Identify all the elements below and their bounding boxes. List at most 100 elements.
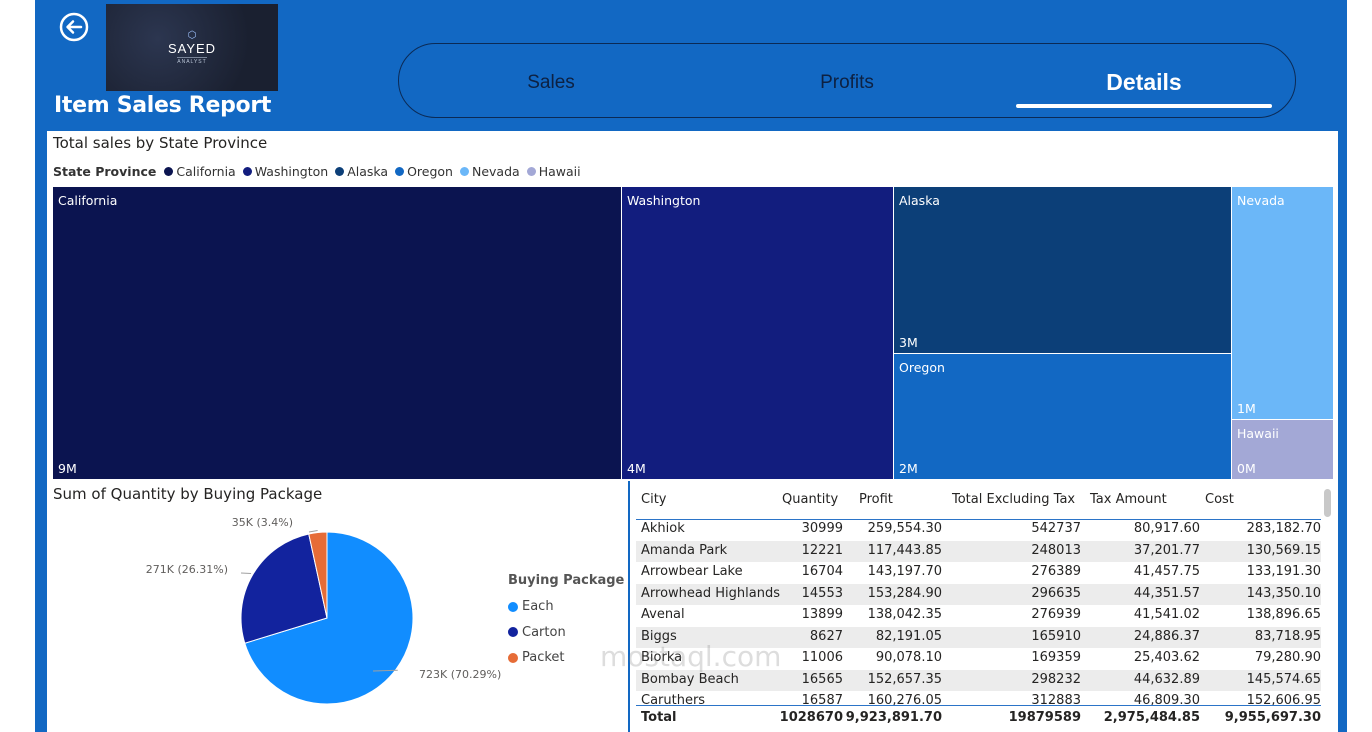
cell-quantity: 30999	[801, 521, 843, 536]
pie-legend-item-each[interactable]: Each	[508, 594, 624, 620]
legend-item-alaska[interactable]: Alaska	[335, 164, 388, 179]
treemap-tile-hawaii[interactable]: Hawaii 0M	[1232, 420, 1333, 479]
cell-city: Arrowbear Lake	[641, 564, 743, 579]
total-tax-amount: 2,975,484.85	[1103, 710, 1200, 725]
treemap-tile-alaska[interactable]: Alaska 3M	[894, 187, 1231, 353]
legend-item-oregon[interactable]: Oregon	[395, 164, 453, 179]
cell-total-excluding-tax: 169359	[1031, 650, 1081, 665]
table-row[interactable]: Akhiok 30999 259,554.30 542737 80,917.60 283,…	[636, 519, 1321, 540]
cell-total-excluding-tax: 296635	[1031, 585, 1081, 601]
pie-data-label-each: 723K (70.29%)	[419, 668, 501, 681]
total-quantity: 1028670	[779, 710, 843, 725]
table-row[interactable]: Avenal 13899 138,042.35 276939 41,541.02 138,…	[636, 605, 1321, 626]
treemap-visual[interactable]: Total sales by State Province State Prov…	[47, 131, 1338, 481]
cell-city: Biorka	[641, 650, 683, 665]
cell-profit: 259,554.30	[867, 521, 942, 536]
cell-profit: 138,042.35	[867, 607, 942, 622]
logo-mark-icon: ⬡	[187, 29, 197, 41]
cell-tax-amount: 80,917.60	[1133, 521, 1200, 536]
column-header-total-excluding-tax[interactable]: Total Excluding Tax	[952, 492, 1075, 507]
tab-details[interactable]: Details	[1106, 69, 1181, 96]
legend-item-hawaii[interactable]: Hawaii	[526, 164, 581, 179]
cell-quantity: 12221	[801, 542, 843, 558]
table-row[interactable]: Arrowbear Lake 16704 143,197.70 276389 41,45…	[636, 562, 1321, 583]
cell-profit: 90,078.10	[875, 650, 942, 665]
legend-title: State Province	[53, 164, 157, 179]
cell-total-excluding-tax: 298232	[1031, 671, 1081, 687]
table-total-row: Total 1028670 9,923,891.70 19879589 2,97…	[636, 705, 1321, 730]
table-row[interactable]: Bombay Beach 16565 152,657.35 298232 44,632.…	[636, 669, 1321, 691]
cell-city: Bombay Beach	[641, 671, 739, 687]
pie-legend-title: Buying Package	[508, 573, 625, 588]
cell-profit: 82,191.05	[875, 628, 942, 644]
table-row[interactable]: Arrowhead Highlands 14553 153,284.90 296635…	[636, 583, 1321, 605]
total-excluding-tax: 19879589	[1008, 710, 1081, 725]
pie-legend-item-packet[interactable]: Packet	[508, 645, 624, 671]
cell-quantity: 14553	[801, 585, 843, 601]
legend-item-california[interactable]: California	[164, 164, 236, 179]
company-logo: ⬡ SAYED ANALYST	[106, 4, 278, 91]
total-profit: 9,923,891.70	[845, 710, 942, 725]
cell-tax-amount: 44,632.89	[1133, 671, 1200, 687]
cell-cost: 133,191.30	[1246, 564, 1321, 579]
logo-name: SAYED	[167, 40, 217, 56]
treemap-tile-washington[interactable]: Washington 4M	[622, 187, 893, 479]
cell-cost: 145,574.65	[1246, 671, 1321, 687]
treemap-legend: State Province California Washington Ala…	[53, 164, 588, 179]
cell-tax-amount: 24,886.37	[1133, 628, 1200, 644]
pie-leader-line	[308, 530, 318, 533]
back-arrow-icon[interactable]	[59, 12, 89, 42]
treemap-tile-nevada[interactable]: Nevada 1M	[1232, 187, 1333, 419]
cell-tax-amount: 41,457.75	[1133, 564, 1200, 579]
legend-item-nevada[interactable]: Nevada	[459, 164, 520, 179]
cell-quantity: 16565	[801, 671, 843, 687]
page-title: Item Sales Report	[54, 93, 272, 118]
treemap-tile-oregon[interactable]: Oregon 2M	[894, 354, 1231, 479]
column-header-city[interactable]: City	[641, 492, 666, 507]
table-scrollbar[interactable]	[1324, 489, 1331, 517]
cell-quantity: 8627	[809, 628, 843, 644]
table-row[interactable]: Amanda Park 12221 117,443.85 248013 37,201.7…	[636, 540, 1321, 562]
logo-subtitle: ANALYST	[177, 56, 207, 65]
column-header-cost[interactable]: Cost	[1205, 492, 1234, 507]
active-tab-indicator	[1016, 104, 1272, 108]
cell-city: Amanda Park	[641, 542, 728, 558]
column-header-tax-amount[interactable]: Tax Amount	[1090, 492, 1167, 507]
total-label: Total	[641, 710, 677, 725]
cell-cost: 79,280.90	[1254, 650, 1321, 665]
cell-tax-amount: 37,201.77	[1133, 542, 1200, 558]
city-details-table[interactable]: City Quantity Profit Total Excluding Tax…	[630, 481, 1338, 732]
cell-total-excluding-tax: 276939	[1031, 607, 1081, 622]
cell-quantity: 13899	[801, 607, 843, 622]
pie-legend: Buying Package Each Carton Packet	[508, 573, 624, 671]
column-header-profit[interactable]: Profit	[859, 492, 893, 507]
table-row[interactable]: Biggs 8627 82,191.05 165910 24,886.37 83,718.…	[636, 626, 1321, 648]
table-header: City Quantity Profit Total Excluding Tax…	[636, 491, 1321, 520]
cell-city: Akhiok	[641, 521, 685, 536]
total-cost: 9,955,697.30	[1224, 710, 1321, 725]
pie-leader-line	[372, 669, 398, 672]
tab-sales[interactable]: Sales	[527, 72, 575, 94]
cell-cost: 138,896.65	[1246, 607, 1321, 622]
cell-cost: 283,182.70	[1246, 521, 1321, 536]
cell-tax-amount: 25,403.62	[1133, 650, 1200, 665]
treemap-tile-california[interactable]: California 9M	[53, 187, 621, 479]
table-row[interactable]: Biorka 11006 90,078.10 169359 25,403.62 79,28…	[636, 648, 1321, 669]
cell-total-excluding-tax: 248013	[1031, 542, 1081, 558]
cell-profit: 152,657.35	[867, 671, 942, 687]
legend-item-washington[interactable]: Washington	[242, 164, 328, 179]
cell-cost: 130,569.15	[1246, 542, 1321, 558]
pie-legend-item-carton[interactable]: Carton	[508, 620, 624, 646]
cell-cost: 143,350.10	[1246, 585, 1321, 601]
cell-city: Arrowhead Highlands	[641, 585, 780, 601]
cell-tax-amount: 44,351.57	[1133, 585, 1200, 601]
pie-data-label-packet: 35K (3.4%)	[232, 516, 293, 529]
cell-profit: 117,443.85	[867, 542, 942, 558]
tab-profits[interactable]: Profits	[820, 72, 874, 94]
cell-profit: 153,284.90	[867, 585, 942, 601]
pie-chart-visual[interactable]: Sum of Quantity by Buying Package 723K (…	[47, 481, 628, 732]
cell-profit: 143,197.70	[867, 564, 942, 579]
treemap-title: Total sales by State Province	[53, 134, 268, 152]
column-header-quantity[interactable]: Quantity	[782, 492, 838, 507]
cell-city: Biggs	[641, 628, 677, 644]
